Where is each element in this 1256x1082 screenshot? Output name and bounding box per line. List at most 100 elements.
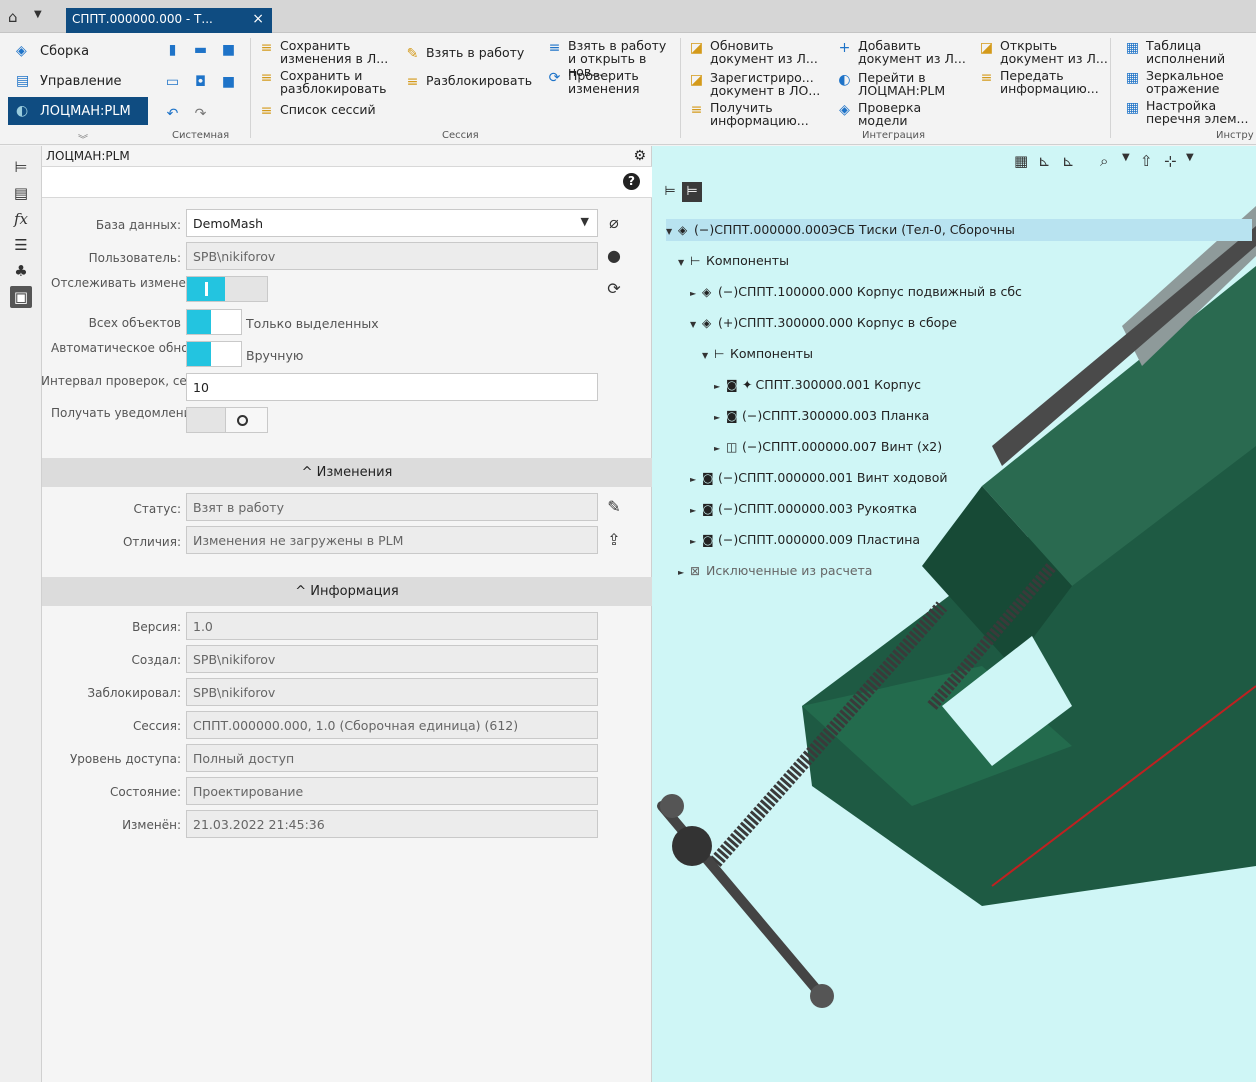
chevron-down-icon[interactable]: ▼ xyxy=(1186,152,1194,163)
assembly-icon: ◈ xyxy=(678,223,688,237)
expand-right-icon[interactable]: ► xyxy=(690,469,702,491)
nav-assembly[interactable]: ◈ Сборка xyxy=(8,37,148,65)
tree-icon[interactable]: ⊨ xyxy=(10,156,32,178)
update-doc-button[interactable]: ◪ Обновить документ из Л... xyxy=(688,39,828,65)
unlock-button[interactable]: ≡ Разблокировать xyxy=(404,73,533,90)
send-info-button[interactable]: ≡ Передать информацию... xyxy=(978,69,1108,95)
user-icon[interactable]: ● xyxy=(602,244,626,268)
expand-right-icon[interactable]: ► xyxy=(714,376,726,398)
tree-node[interactable]: ► ◈ (−)СППТ.100000.000 Корпус подвижный в … xyxy=(690,281,1022,303)
disconnect-icon[interactable]: ⌀ xyxy=(602,211,626,235)
model-viewport[interactable]: ▦ ⊾ ⊾ ⌕ ▼ ⇧ ⊹ ▼ ⊨ ⊨ ▼ ◈ (−)СППТ.000000.000… xyxy=(652,146,1256,1082)
expand-right-icon[interactable]: ► xyxy=(714,407,726,429)
expand-down-icon[interactable]: ▼ xyxy=(690,314,702,336)
chevron-down-icon[interactable]: ▼ xyxy=(1122,152,1130,163)
update-mode-toggle[interactable] xyxy=(186,341,242,367)
expand-right-icon[interactable]: ► xyxy=(690,500,702,522)
flat-tree-icon[interactable]: ⊨ xyxy=(660,182,680,202)
axes-icon[interactable]: ⊹ xyxy=(1164,152,1177,170)
plm-panel-icon[interactable]: ▣ xyxy=(10,286,32,308)
sync-icon[interactable]: ⟳ xyxy=(602,277,626,301)
expand-right-icon[interactable]: ► xyxy=(690,531,702,553)
nav-plm[interactable]: ◐ ЛОЦМАН:PLM xyxy=(8,97,148,125)
tree-node[interactable]: ► ◙ (−)СППТ.300000.003 Планка xyxy=(714,405,929,427)
structure-tree-icon[interactable]: ⊨ xyxy=(682,182,702,202)
open-doc-button[interactable]: ◪ Открыть документ из Л... xyxy=(978,39,1108,65)
upload-icon[interactable]: ⇪ xyxy=(602,528,626,552)
register-doc-button[interactable]: ◪ Зарегистриро... документ в ЛО... xyxy=(688,71,828,97)
notifications-toggle[interactable] xyxy=(186,407,268,433)
check-model-button[interactable]: ◈ Проверка модели xyxy=(836,101,966,127)
access-level-label: Уровень доступа: xyxy=(69,752,181,766)
get-info-icon: ≡ xyxy=(690,102,703,118)
database-label: База данных: xyxy=(95,218,181,232)
interval-input[interactable]: 10 xyxy=(186,373,598,401)
scope-toggle[interactable] xyxy=(186,309,242,335)
function-icon[interactable]: fx xyxy=(10,208,32,230)
print-icon: ▭ xyxy=(165,74,180,90)
tree-node[interactable]: ▼ ⊢ Компоненты xyxy=(702,343,813,365)
check-changes-button[interactable]: ⟳ Проверить изменения xyxy=(546,69,672,95)
expand-right-icon[interactable]: ► xyxy=(678,562,690,584)
plus-icon: + xyxy=(838,40,851,56)
expand-right-icon[interactable]: ► xyxy=(690,283,702,305)
group-tools-label: Инстру xyxy=(1216,130,1254,141)
hierarchy-icon[interactable]: ♣ xyxy=(10,260,32,282)
home-icon[interactable]: ⌂ xyxy=(8,9,24,25)
management-icon: ▤ xyxy=(16,73,30,89)
expand-right-icon[interactable]: ► xyxy=(714,438,726,460)
tree-node[interactable]: ► ◙ (−)СППТ.000000.009 Пластина xyxy=(690,529,920,551)
expand-down-icon[interactable]: ▼ xyxy=(666,221,678,243)
changes-section-header[interactable]: ^ Изменения xyxy=(42,458,652,487)
help-icon[interactable]: ? xyxy=(623,173,640,190)
take-to-work-button[interactable]: ✎ Взять в работу xyxy=(404,45,525,62)
folder-icon: ▬ xyxy=(193,42,208,58)
session-list-button[interactable]: ≡ Список сессий xyxy=(258,102,376,119)
manual-label: Вручную xyxy=(246,348,304,363)
access-level-field: Полный доступ xyxy=(186,744,598,772)
interval-label: Интервал проверок, сек: xyxy=(41,374,199,388)
grid-icon[interactable]: ▦ xyxy=(1014,152,1028,170)
tree-node[interactable]: ▼ ◈ (−)СППТ.000000.000ЭСБ Тиски (Тел-0, Сб… xyxy=(666,219,1252,241)
execution-table-button[interactable]: ▦ Таблица исполнений xyxy=(1124,39,1256,65)
get-info-button[interactable]: ≡ Получить информацию... xyxy=(688,101,828,127)
mirror-button[interactable]: ▦ Зеркальное отражение xyxy=(1124,69,1256,95)
tree-node[interactable]: ► ◙ (−)СППТ.000000.001 Винт ходовой xyxy=(690,467,948,489)
tree-node[interactable]: ► ◙ (−)СППТ.000000.003 Рукоятка xyxy=(690,498,917,520)
orient-icon[interactable]: ⊾ xyxy=(1062,152,1075,170)
zoom-icon[interactable]: ⌕ xyxy=(1100,152,1108,170)
gear-icon[interactable]: ⚙ xyxy=(633,148,646,164)
track-changes-toggle[interactable] xyxy=(186,276,268,302)
collapse-chevron-icon[interactable]: ︾ xyxy=(78,131,88,146)
expand-down-icon[interactable]: ▼ xyxy=(678,252,690,274)
save-to-plm-button[interactable]: ≡ Сохранить изменения в Л... xyxy=(258,39,398,65)
tree-node[interactable]: ► ◫ (−)СППТ.000000.007 Винт (x2) xyxy=(714,436,942,458)
pan-icon[interactable]: ⇧ xyxy=(1140,152,1153,170)
close-tab-button[interactable]: × xyxy=(252,11,264,27)
part-icon: ◙ xyxy=(702,502,714,516)
document-tab[interactable]: СППТ.000000.000 - Т... × xyxy=(66,8,272,33)
expand-down-icon[interactable]: ▼ xyxy=(702,345,714,367)
send-info-icon: ≡ xyxy=(980,70,993,86)
tree-node[interactable]: ► ⊠ Исключенные из расчета xyxy=(678,560,872,582)
tree-node-label: Компоненты xyxy=(706,253,789,268)
tree-node[interactable]: ▼ ◈ (+)СППТ.300000.000 Корпус в сборе xyxy=(690,312,957,334)
save-unlock-button[interactable]: ≡ Сохранить и разблокировать xyxy=(258,69,398,95)
tree-node[interactable]: ▼ ⊢ Компоненты xyxy=(678,250,789,272)
database-select[interactable]: DemoMash ▼ xyxy=(186,209,598,237)
tree-node[interactable]: ► ◙ ✦ СППТ.300000.001 Корпус xyxy=(714,374,921,396)
chevron-down-icon[interactable]: ▼ xyxy=(34,9,42,20)
update-doc-icon: ◪ xyxy=(689,40,704,56)
sketch-icon[interactable]: ⊾ xyxy=(1038,152,1051,170)
nav-management[interactable]: ▤ Управление xyxy=(8,67,148,95)
layers-icon[interactable]: ☰ xyxy=(10,234,32,256)
info-section-header[interactable]: ^ Информация xyxy=(42,577,652,606)
elements-setup-button[interactable]: ▦ Настройка перечня элем... xyxy=(1124,99,1256,125)
go-to-plm-button[interactable]: ◐ Перейти в ЛОЦМАН:PLM xyxy=(836,71,966,97)
diff-label: Отличия: xyxy=(122,535,181,549)
add-doc-button[interactable]: + Добавить документ из Л... xyxy=(836,39,966,65)
take-work-status-icon[interactable]: ✎ xyxy=(602,495,626,519)
properties-icon[interactable]: ▤ xyxy=(10,182,32,204)
mirror-icon: ▦ xyxy=(1125,70,1140,86)
components-icon: ⊢ xyxy=(714,347,725,361)
